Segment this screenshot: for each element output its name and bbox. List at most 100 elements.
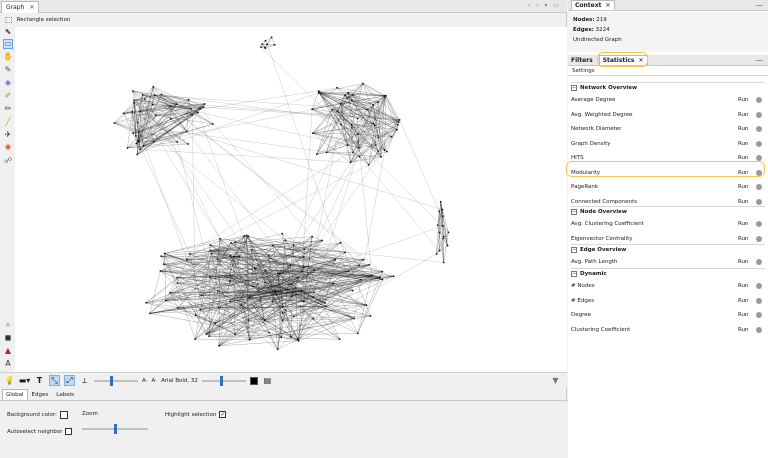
graph-node[interactable]	[312, 296, 315, 298]
gear-icon[interactable]	[756, 235, 762, 242]
shortest-path-icon[interactable]: ✈	[3, 130, 13, 140]
graph-node[interactable]	[209, 244, 212, 247]
graph-node[interactable]	[369, 315, 372, 317]
screenshot-icon[interactable]: ◼	[3, 333, 13, 343]
graph-node[interactable]	[176, 307, 179, 309]
node-labels-icon[interactable]: ⤡	[49, 375, 60, 386]
graph-node[interactable]	[281, 232, 283, 235]
graph-node[interactable]	[397, 121, 400, 123]
graph-node[interactable]	[238, 255, 241, 258]
graph-node[interactable]	[264, 39, 267, 42]
graph-node[interactable]	[339, 241, 342, 244]
graph-node[interactable]	[398, 119, 401, 121]
graph-node[interactable]	[321, 239, 323, 242]
graph-node[interactable]	[214, 322, 217, 325]
gear-icon[interactable]	[756, 259, 762, 265]
collapse-icon[interactable]: −	[571, 84, 577, 91]
graph-node[interactable]	[285, 309, 287, 312]
graph-node[interactable]	[392, 275, 395, 278]
graph-node[interactable]	[260, 46, 262, 48]
tab-filters[interactable]: Filters	[571, 57, 593, 64]
autoselect-neighbor-checkbox[interactable]	[65, 428, 73, 435]
tab-statistics[interactable]: Statistics ✕	[598, 55, 648, 65]
graph-node[interactable]	[247, 319, 250, 322]
graph-node[interactable]	[234, 241, 236, 244]
rectangle-selection-icon[interactable]: ▭	[3, 39, 13, 49]
graph-node[interactable]	[324, 301, 326, 304]
gear-icon[interactable]	[756, 111, 762, 118]
graph-node[interactable]	[383, 95, 386, 97]
gear-icon[interactable]	[756, 184, 762, 190]
graph-node[interactable]	[272, 244, 274, 247]
graph-node[interactable]	[143, 98, 146, 100]
graph-node[interactable]	[347, 91, 349, 94]
graph-node[interactable]	[240, 304, 243, 307]
graph-node[interactable]	[312, 317, 315, 320]
graph-node[interactable]	[441, 208, 444, 211]
graph-node[interactable]	[145, 301, 148, 304]
graph-node[interactable]	[263, 319, 266, 322]
graph-node[interactable]	[362, 82, 364, 85]
graph-node[interactable]	[368, 263, 371, 266]
dynamic-header[interactable]: − Dynamic	[571, 268, 765, 278]
graph-node[interactable]	[435, 253, 438, 255]
graph-node[interactable]	[151, 103, 154, 106]
graph-node[interactable]	[169, 118, 172, 120]
run-button[interactable]: Run	[738, 141, 752, 147]
gear-icon[interactable]	[756, 97, 762, 103]
graph-node[interactable]	[289, 283, 292, 286]
graph-node[interactable]	[331, 108, 333, 111]
graph-node[interactable]	[358, 155, 361, 158]
gear-icon[interactable]	[756, 126, 762, 132]
graph-node[interactable]	[264, 47, 267, 50]
graph-node[interactable]	[350, 99, 353, 102]
graph-node[interactable]	[374, 144, 377, 147]
gear-icon[interactable]	[756, 283, 762, 289]
label-color-swatch[interactable]	[249, 376, 258, 385]
brush-icon[interactable]: ✐	[3, 91, 13, 101]
graph-node[interactable]	[254, 267, 256, 270]
tab-graph[interactable]: Graph ✕	[1, 1, 40, 13]
graph-node[interactable]	[132, 132, 134, 135]
graph-node[interactable]	[267, 255, 270, 257]
graph-node[interactable]	[356, 117, 359, 120]
network-graph[interactable]	[15, 27, 567, 372]
graph-node[interactable]	[438, 231, 441, 234]
graph-node[interactable]	[126, 147, 129, 149]
graph-node[interactable]	[325, 305, 328, 308]
graph-node[interactable]	[353, 317, 355, 320]
close-icon[interactable]: ✕	[638, 57, 643, 64]
run-button[interactable]: Run	[738, 97, 752, 103]
graph-node[interactable]	[381, 270, 384, 273]
graph-node[interactable]	[315, 153, 318, 156]
network-overview-header[interactable]: − Network Overview	[571, 82, 765, 92]
graph-node[interactable]	[358, 146, 360, 149]
graph-node[interactable]	[199, 308, 202, 311]
graph-node[interactable]	[374, 124, 376, 127]
graph-node[interactable]	[135, 142, 138, 145]
graph-node[interactable]	[380, 156, 382, 158]
gear-icon[interactable]	[756, 140, 762, 147]
run-button[interactable]: Run	[738, 259, 752, 265]
graph-node[interactable]	[113, 122, 116, 124]
graph-node[interactable]	[367, 164, 370, 166]
graph-node[interactable]	[396, 128, 398, 131]
graph-node[interactable]	[160, 93, 163, 96]
run-button[interactable]: Run	[738, 283, 752, 289]
graph-node[interactable]	[303, 300, 305, 303]
graph-node[interactable]	[372, 122, 375, 125]
text-icon[interactable]: T	[34, 375, 45, 386]
graph-node[interactable]	[136, 121, 139, 124]
font-size-increase-icon[interactable]: A·	[152, 378, 158, 384]
graph-node[interactable]	[442, 215, 444, 218]
graph-node[interactable]	[346, 97, 349, 99]
graph-node[interactable]	[442, 224, 444, 227]
graph-node[interactable]	[159, 270, 162, 272]
graph-node[interactable]	[185, 130, 188, 133]
graph-node[interactable]	[261, 43, 263, 46]
node-overview-header[interactable]: − Node Overview	[571, 206, 765, 216]
graph-node[interactable]	[339, 102, 342, 105]
graph-node[interactable]	[229, 280, 231, 282]
graph-node[interactable]	[194, 314, 197, 317]
graph-node[interactable]	[317, 90, 320, 93]
